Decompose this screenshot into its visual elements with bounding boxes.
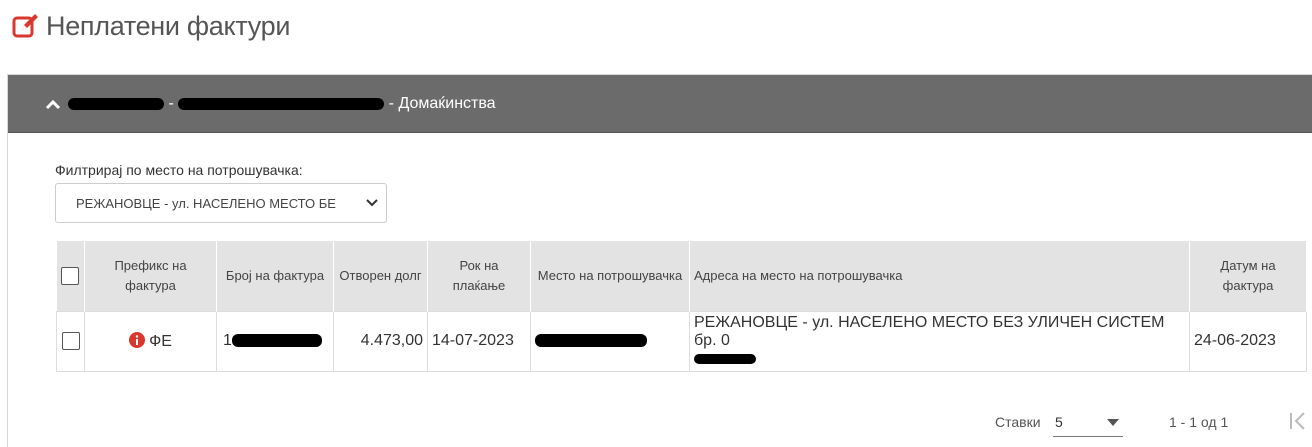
column-place[interactable]: Место на потрошувачка bbox=[530, 241, 690, 311]
select-all-checkbox[interactable] bbox=[61, 267, 80, 286]
page-size-select[interactable]: 5 bbox=[1053, 409, 1123, 437]
edit-icon bbox=[12, 14, 38, 38]
row-checkbox[interactable] bbox=[61, 331, 80, 350]
first-page-icon[interactable] bbox=[1288, 411, 1308, 431]
redacted-account-number bbox=[68, 97, 164, 110]
page-title: Неплатени фактури bbox=[46, 10, 291, 41]
row-address-cell: РЕЖАНОВЦЕ - ул. НАСЕЛЕНО МЕСТО БЕЗ УЛИЧЕ… bbox=[689, 310, 1190, 372]
row-invoice-number: 1 bbox=[223, 332, 232, 349]
redacted-account-name bbox=[178, 97, 385, 110]
row-select-cell bbox=[56, 310, 85, 372]
column-prefix[interactable]: Префикс на фактура bbox=[84, 241, 217, 311]
pager: Ставки 5 1 - 1 од 1 bbox=[0, 407, 1312, 437]
account-type: - Домаќинства bbox=[384, 94, 496, 112]
row-address: РЕЖАНОВЦЕ - ул. НАСЕЛЕНО МЕСТО БЕЗ УЛИЧЕ… bbox=[694, 314, 1165, 349]
column-invoice-date[interactable]: Датум на фактура bbox=[1189, 241, 1307, 311]
column-due-date[interactable]: Рок на плаќање bbox=[427, 241, 531, 311]
row-prefix: ФЕ bbox=[149, 332, 172, 350]
redacted-address-part bbox=[694, 353, 756, 364]
row-prefix-cell: ФЕ bbox=[84, 310, 217, 372]
redacted-invoice-number bbox=[231, 334, 322, 348]
account-panel: - - Домаќинства Филтрирај по место на по… bbox=[7, 74, 1312, 447]
column-address[interactable]: Адреса на место на потрошувачка bbox=[689, 241, 1190, 311]
account-separator: - bbox=[164, 94, 179, 112]
caret-down-icon bbox=[1107, 419, 1119, 426]
redacted-place bbox=[535, 334, 647, 348]
account-title: - - Домаќинства bbox=[68, 95, 496, 113]
row-due-date: 14-07-2023 bbox=[427, 310, 531, 372]
row-invoice-number-cell: 1 bbox=[216, 310, 334, 372]
select-all-cell bbox=[56, 241, 85, 311]
account-panel-header[interactable]: - - Домаќинства bbox=[8, 75, 1312, 133]
table-header-row: Префикс на фактура Број на фактура Отвор… bbox=[56, 241, 1307, 311]
page-size-value: 5 bbox=[1055, 414, 1063, 430]
row-place-cell bbox=[530, 310, 690, 372]
column-invoice-number[interactable]: Број на фактура bbox=[216, 241, 334, 311]
row-invoice-date: 24-06-2023 bbox=[1189, 310, 1307, 372]
table-row: ФЕ 1 4.473,00 14-07-2023 РЕЖАНОВЦЕ - ул.… bbox=[56, 310, 1307, 372]
pager-range: 1 - 1 од 1 bbox=[1169, 414, 1229, 430]
pager-rows-label: Ставки bbox=[995, 414, 1041, 430]
place-filter-value: РЕЖАНОВЦЕ - ул. НАСЕЛЕНО МЕСТО БЕ bbox=[76, 195, 336, 211]
row-open-debt: 4.473,00 bbox=[333, 310, 428, 372]
info-icon[interactable] bbox=[129, 331, 146, 348]
chevron-down-icon bbox=[366, 199, 378, 207]
column-open-debt[interactable]: Отворен долг bbox=[333, 241, 428, 311]
filter-label: Филтрирај по место на потрошувачка: bbox=[55, 162, 303, 178]
page-header: Неплатени фактури bbox=[12, 6, 290, 46]
place-filter-select[interactable]: РЕЖАНОВЦЕ - ул. НАСЕЛЕНО МЕСТО БЕ bbox=[55, 183, 387, 223]
invoices-table: Префикс на фактура Број на фактура Отвор… bbox=[56, 241, 1307, 372]
chevron-up-icon[interactable] bbox=[44, 97, 62, 111]
